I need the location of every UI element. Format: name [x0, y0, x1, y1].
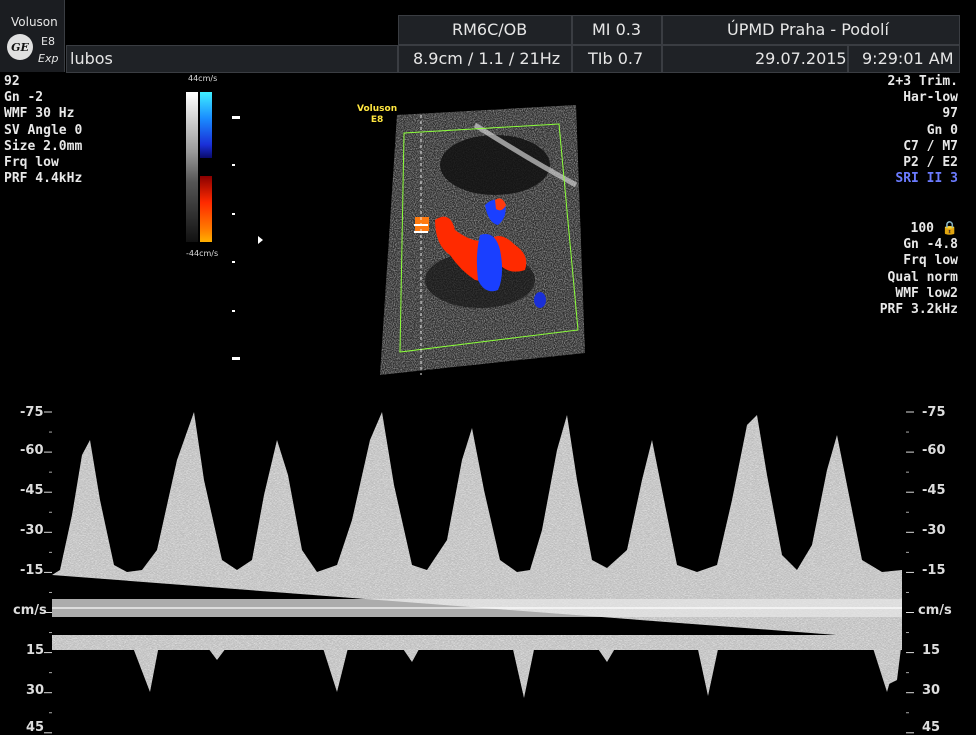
scale-label: 15: [26, 643, 45, 658]
param-line: Qual norm: [887, 269, 958, 285]
param-line: PRF 3.2kHz: [879, 302, 958, 318]
param-line: Gn -2: [4, 90, 44, 106]
dark-cavity: [440, 135, 550, 195]
colorbar-top-label: 44cm/s: [188, 74, 218, 83]
scale-unit: cm/s: [13, 603, 47, 618]
scale-label: -30: [922, 523, 946, 538]
scale-label: 45: [26, 720, 45, 735]
depth-info: 8.9cm / 1.1 / 21Hz: [413, 49, 561, 68]
brand-panel: Voluson GE E8 Exp: [0, 0, 65, 72]
scale-label: -45: [922, 483, 946, 498]
scale-label: -60: [20, 443, 44, 458]
color-gain-value: 100: [910, 221, 934, 236]
scale-label: 30: [922, 683, 941, 698]
param-line: C7 / M7: [903, 138, 958, 154]
image-params-right: 2+3 Trim. Har-low 97 Gn 0 C7 / M7 P2 / E…: [888, 74, 958, 187]
blue-flow: [534, 292, 546, 308]
param-line: 92: [4, 74, 20, 89]
param-line: SV Angle 0: [4, 122, 83, 138]
mi-value: MI 0.3: [592, 20, 642, 39]
param-line: Gn -4.8: [903, 237, 958, 253]
blue-velocity-bar: [200, 92, 212, 158]
param-line: WMF 30 Hz: [4, 106, 75, 122]
exam-date: 29.07.2015: [755, 49, 847, 68]
scale-label: -75: [922, 405, 946, 420]
depth-marker: [232, 116, 240, 119]
exam-time: 9:29:01 AM: [862, 49, 954, 68]
scale-label: -60: [922, 443, 946, 458]
depth-marker: [232, 310, 235, 312]
probe-label: RM6C/OB: [452, 20, 528, 39]
lock-icon: 🔒: [941, 221, 958, 236]
spectral-doppler-trace[interactable]: [52, 400, 902, 735]
focus-pointer-icon: [258, 236, 263, 244]
scale-label: 15: [922, 643, 941, 658]
scale-label: 45: [922, 720, 941, 735]
ultrasound-image[interactable]: [380, 105, 585, 377]
param-line: Size 2.0mm: [4, 138, 83, 154]
color-velocity-bar: [186, 92, 212, 242]
colorbar-bottom-label: -44cm/s: [186, 249, 219, 258]
param-line: Gn 0: [926, 122, 958, 138]
scale-label: -15: [922, 563, 946, 578]
param-line: 100 🔒: [880, 221, 959, 237]
depth-marker: [232, 164, 235, 166]
institution-name: ÚPMD Praha - Podolí: [727, 20, 889, 39]
param-line: PRF 4.4kHz: [4, 171, 83, 187]
ge-logo-icon: GE: [7, 34, 33, 60]
doppler-params-left: 92 Gn -2 WMF 30 Hz SV Angle 0 Size 2.0mm…: [4, 74, 82, 187]
device-name: Voluson: [11, 15, 58, 29]
sri-label: SRI II 3: [895, 171, 958, 187]
mode-suffix: Exp: [38, 52, 59, 65]
red-velocity-bar: [200, 176, 212, 242]
patient-box: [66, 45, 398, 73]
scale-unit: cm/s: [918, 603, 952, 618]
depth-marker: [232, 261, 235, 263]
model-label: E8: [41, 35, 55, 48]
color-params-right: 100 🔒 Gn -4.8 Frq low Qual norm WMF low2…: [880, 221, 958, 318]
spectrum-speckle: [52, 400, 902, 735]
scale-label: -45: [20, 483, 44, 498]
scale-label: 30: [26, 683, 45, 698]
param-line: 2+3 Trim.: [887, 74, 958, 89]
depth-marker: [232, 357, 240, 360]
param-line: 97: [942, 106, 958, 122]
depth-marker: [232, 213, 235, 215]
param-line: Frq low: [903, 253, 958, 269]
scale-label: -15: [20, 563, 44, 578]
sample-volume-gate[interactable]: [414, 224, 428, 226]
patient-name: lubos: [70, 49, 113, 68]
param-line: Har-low: [903, 90, 958, 106]
param-line: WMF low2: [895, 285, 958, 301]
tib-value: TIb 0.7: [588, 49, 644, 68]
scale-label: -30: [20, 523, 44, 538]
param-line: P2 / E2: [903, 155, 958, 171]
sample-volume-gate[interactable]: [414, 231, 428, 233]
param-line: Frq low: [4, 155, 59, 171]
scale-label: -75: [20, 405, 44, 420]
grayscale-bar: [186, 92, 198, 242]
